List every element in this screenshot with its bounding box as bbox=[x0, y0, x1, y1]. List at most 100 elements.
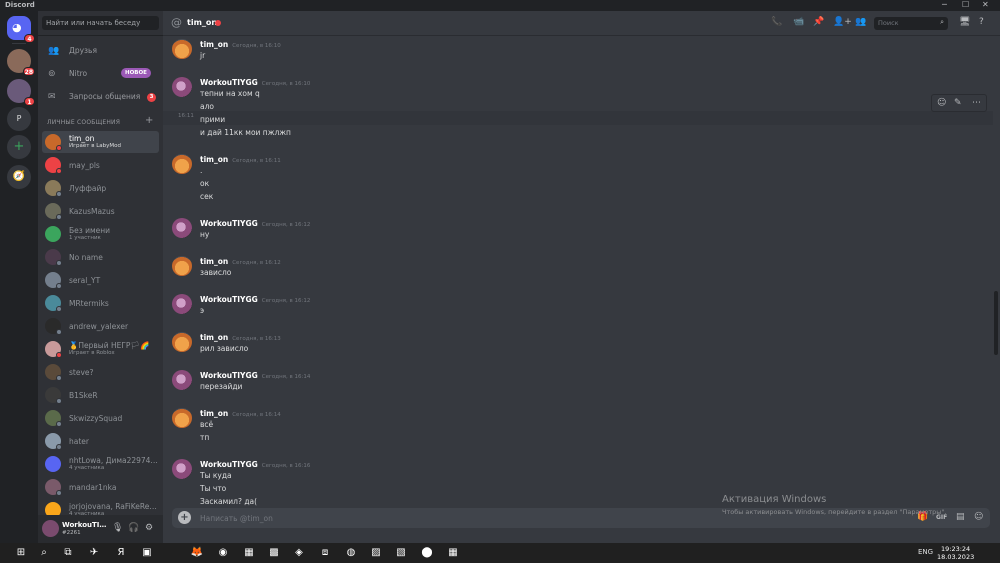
nav-friends[interactable]: 👥 Друзья bbox=[42, 42, 159, 60]
taskbar-app-icon[interactable]: ◉ bbox=[216, 546, 230, 560]
status-indicator-icon bbox=[56, 490, 62, 496]
taskbar-app-icon[interactable]: ▩ bbox=[267, 546, 281, 560]
message-avatar[interactable] bbox=[172, 332, 192, 352]
inbox-icon[interactable]: 🖥 bbox=[959, 17, 970, 27]
dm-item[interactable]: hater bbox=[42, 430, 159, 452]
add-friend-icon[interactable]: 👤+ bbox=[833, 17, 852, 27]
maximize-button[interactable]: ☐ bbox=[962, 0, 969, 9]
microphone-icon[interactable]: 🎙 bbox=[112, 523, 123, 533]
explore-servers-button[interactable]: 🧭 bbox=[7, 165, 31, 189]
dm-item[interactable]: Луффайр bbox=[42, 177, 159, 199]
taskbar-app-icon[interactable]: ⊞ bbox=[14, 546, 28, 560]
message-author[interactable]: tim_on Сегодня, в 16:12 bbox=[200, 257, 281, 266]
minimize-button[interactable]: ─ bbox=[942, 0, 947, 9]
taskbar-app-icon[interactable]: ▦ bbox=[242, 546, 256, 560]
message-avatar[interactable] bbox=[172, 77, 192, 97]
taskbar-app-icon[interactable]: 🦊 bbox=[190, 546, 204, 560]
user-name: WorkouTI… bbox=[62, 521, 107, 529]
dm-item[interactable]: steve? bbox=[42, 361, 159, 383]
sticker-icon[interactable]: ▤ bbox=[956, 512, 965, 522]
headphones-icon[interactable]: 🎧 bbox=[128, 523, 139, 533]
message-avatar[interactable] bbox=[172, 154, 192, 174]
message-author[interactable]: tim_on Сегодня, в 16:11 bbox=[200, 155, 281, 164]
message-line: ну bbox=[200, 230, 210, 239]
message-avatar[interactable] bbox=[172, 294, 192, 314]
server-icon-p[interactable]: P bbox=[7, 107, 31, 131]
dm-item[interactable]: KazusMazus bbox=[42, 200, 159, 222]
message-avatar[interactable] bbox=[172, 459, 192, 479]
member-list-icon[interactable]: 👥 bbox=[855, 17, 866, 27]
taskbar-clock[interactable]: 19:23:24 18.03.2023 bbox=[937, 545, 974, 561]
taskbar-app-icon[interactable]: ▦ bbox=[446, 546, 460, 560]
server-1-badge: 28 bbox=[22, 67, 35, 76]
user-avatar[interactable] bbox=[42, 520, 59, 537]
message-author[interactable]: WorkouTIYGG Сегодня, в 16:10 bbox=[200, 78, 310, 87]
dm-item[interactable]: tim_on Играет в LabyMod bbox=[42, 131, 159, 153]
language-indicator[interactable]: ENG bbox=[918, 548, 933, 556]
taskbar-app-icon[interactable]: Я bbox=[114, 546, 128, 560]
taskbar-app-icon[interactable]: ⌕ bbox=[37, 546, 51, 560]
search-input[interactable]: Поиск ⌕ bbox=[874, 17, 948, 30]
dm-item[interactable]: SkwizzySquad bbox=[42, 407, 159, 429]
taskbar-app-icon[interactable]: ▨ bbox=[369, 546, 383, 560]
add-reaction-icon[interactable]: ☺ bbox=[937, 98, 946, 108]
discord-home-button[interactable]: ◕ 4 bbox=[7, 16, 35, 43]
dm-item[interactable]: andrew_yalexer bbox=[42, 315, 159, 337]
message-author[interactable]: WorkouTIYGG Сегодня, в 16:14 bbox=[200, 371, 310, 380]
nav-nitro[interactable]: ⊚ Nitro НОВОЕ bbox=[42, 65, 159, 83]
nav-message-requests[interactable]: ✉ Запросы общения 3 bbox=[42, 88, 159, 106]
taskbar-app-icon[interactable]: ⧉ bbox=[61, 546, 75, 560]
server-icon-1[interactable]: 28 bbox=[7, 49, 35, 76]
message-avatar[interactable] bbox=[172, 218, 192, 238]
message-author[interactable]: WorkouTIYGG Сегодня, в 16:16 bbox=[200, 460, 310, 469]
dm-item[interactable]: nhtLowa, Дима22974… 4 участника bbox=[42, 453, 159, 475]
taskbar-app-icon[interactable]: ⬤ bbox=[420, 546, 434, 560]
find-conversation-input[interactable]: Найти или начать беседу bbox=[42, 16, 159, 30]
windows-taskbar: ⊞ ⌕ ⧉ ✈ Я ▣ 🦊 ◉ ▦ ▩ ◈ ⧈ ◍ ▨ ▧ ⬤ ▦ ENG 19:23:24 18.03.202… bbox=[0, 543, 1000, 563]
taskbar-app-icon[interactable]: ▧ bbox=[394, 546, 408, 560]
add-server-button[interactable]: + bbox=[7, 135, 31, 159]
dm-name: andrew_yalexer bbox=[69, 322, 129, 331]
title-bar: Discord ─ ☐ ✕ bbox=[0, 0, 1000, 11]
pin-icon[interactable]: 📌 bbox=[813, 17, 824, 27]
close-button[interactable]: ✕ bbox=[982, 0, 989, 9]
dm-item[interactable]: B1SkeR bbox=[42, 384, 159, 406]
message-avatar[interactable] bbox=[172, 256, 192, 276]
message-timestamp: Сегодня, в 16:12 bbox=[261, 222, 311, 228]
upload-plus-button[interactable]: + bbox=[178, 511, 191, 524]
taskbar-app-icon[interactable]: ✈ bbox=[87, 546, 101, 560]
taskbar-app-icon[interactable]: ⧈ bbox=[318, 546, 332, 560]
message-scrollbar[interactable] bbox=[994, 291, 998, 355]
dm-item[interactable]: Без имени 1 участник bbox=[42, 223, 159, 245]
message-author[interactable]: tim_on Сегодня, в 16:13 bbox=[200, 333, 281, 342]
edit-message-icon[interactable]: ✎ bbox=[954, 98, 962, 108]
taskbar-app-icon[interactable]: ◍ bbox=[344, 546, 358, 560]
message-author[interactable]: tim_on Сегодня, в 16:14 bbox=[200, 409, 281, 418]
message-author[interactable]: WorkouTIYGG Сегодня, в 16:12 bbox=[200, 219, 310, 228]
create-dm-plus-icon[interactable]: + bbox=[145, 115, 153, 126]
voice-call-icon[interactable]: 📞 bbox=[771, 17, 782, 27]
dm-item[interactable]: may_pls bbox=[42, 154, 159, 176]
dm-item[interactable]: No name bbox=[42, 246, 159, 268]
dm-item[interactable]: MRtermiks bbox=[42, 292, 159, 314]
video-call-icon[interactable]: 📹 bbox=[793, 17, 804, 27]
message-author[interactable]: tim_on Сегодня, в 16:10 bbox=[200, 40, 281, 49]
message-timestamp: Сегодня, в 16:11 bbox=[232, 158, 281, 164]
emoji-icon[interactable]: ☺ bbox=[974, 512, 983, 522]
message-avatar[interactable] bbox=[172, 408, 192, 428]
more-options-icon[interactable]: ⋯ bbox=[972, 98, 981, 108]
taskbar-app-icon[interactable]: ▣ bbox=[140, 546, 154, 560]
home-unread-badge: 4 bbox=[24, 34, 35, 43]
help-icon[interactable]: ? bbox=[979, 17, 984, 27]
dm-item[interactable]: seral_YT bbox=[42, 269, 159, 291]
message-avatar[interactable] bbox=[172, 370, 192, 390]
settings-gear-icon[interactable]: ⚙ bbox=[145, 523, 153, 533]
server-icon-2[interactable]: 1 bbox=[7, 79, 35, 106]
taskbar-app-icon[interactable]: ◈ bbox=[292, 546, 306, 560]
message-input[interactable]: Написать @tim_on bbox=[200, 514, 273, 523]
dm-item[interactable]: 🥇Первый НЕГР🏳🌈 Играет в Roblox bbox=[42, 338, 159, 360]
message-line: Ты что bbox=[200, 484, 227, 493]
message-avatar[interactable] bbox=[172, 39, 192, 59]
message-author[interactable]: WorkouTIYGG Сегодня, в 16:12 bbox=[200, 295, 310, 304]
dm-item[interactable]: mandar1nka bbox=[42, 476, 159, 498]
